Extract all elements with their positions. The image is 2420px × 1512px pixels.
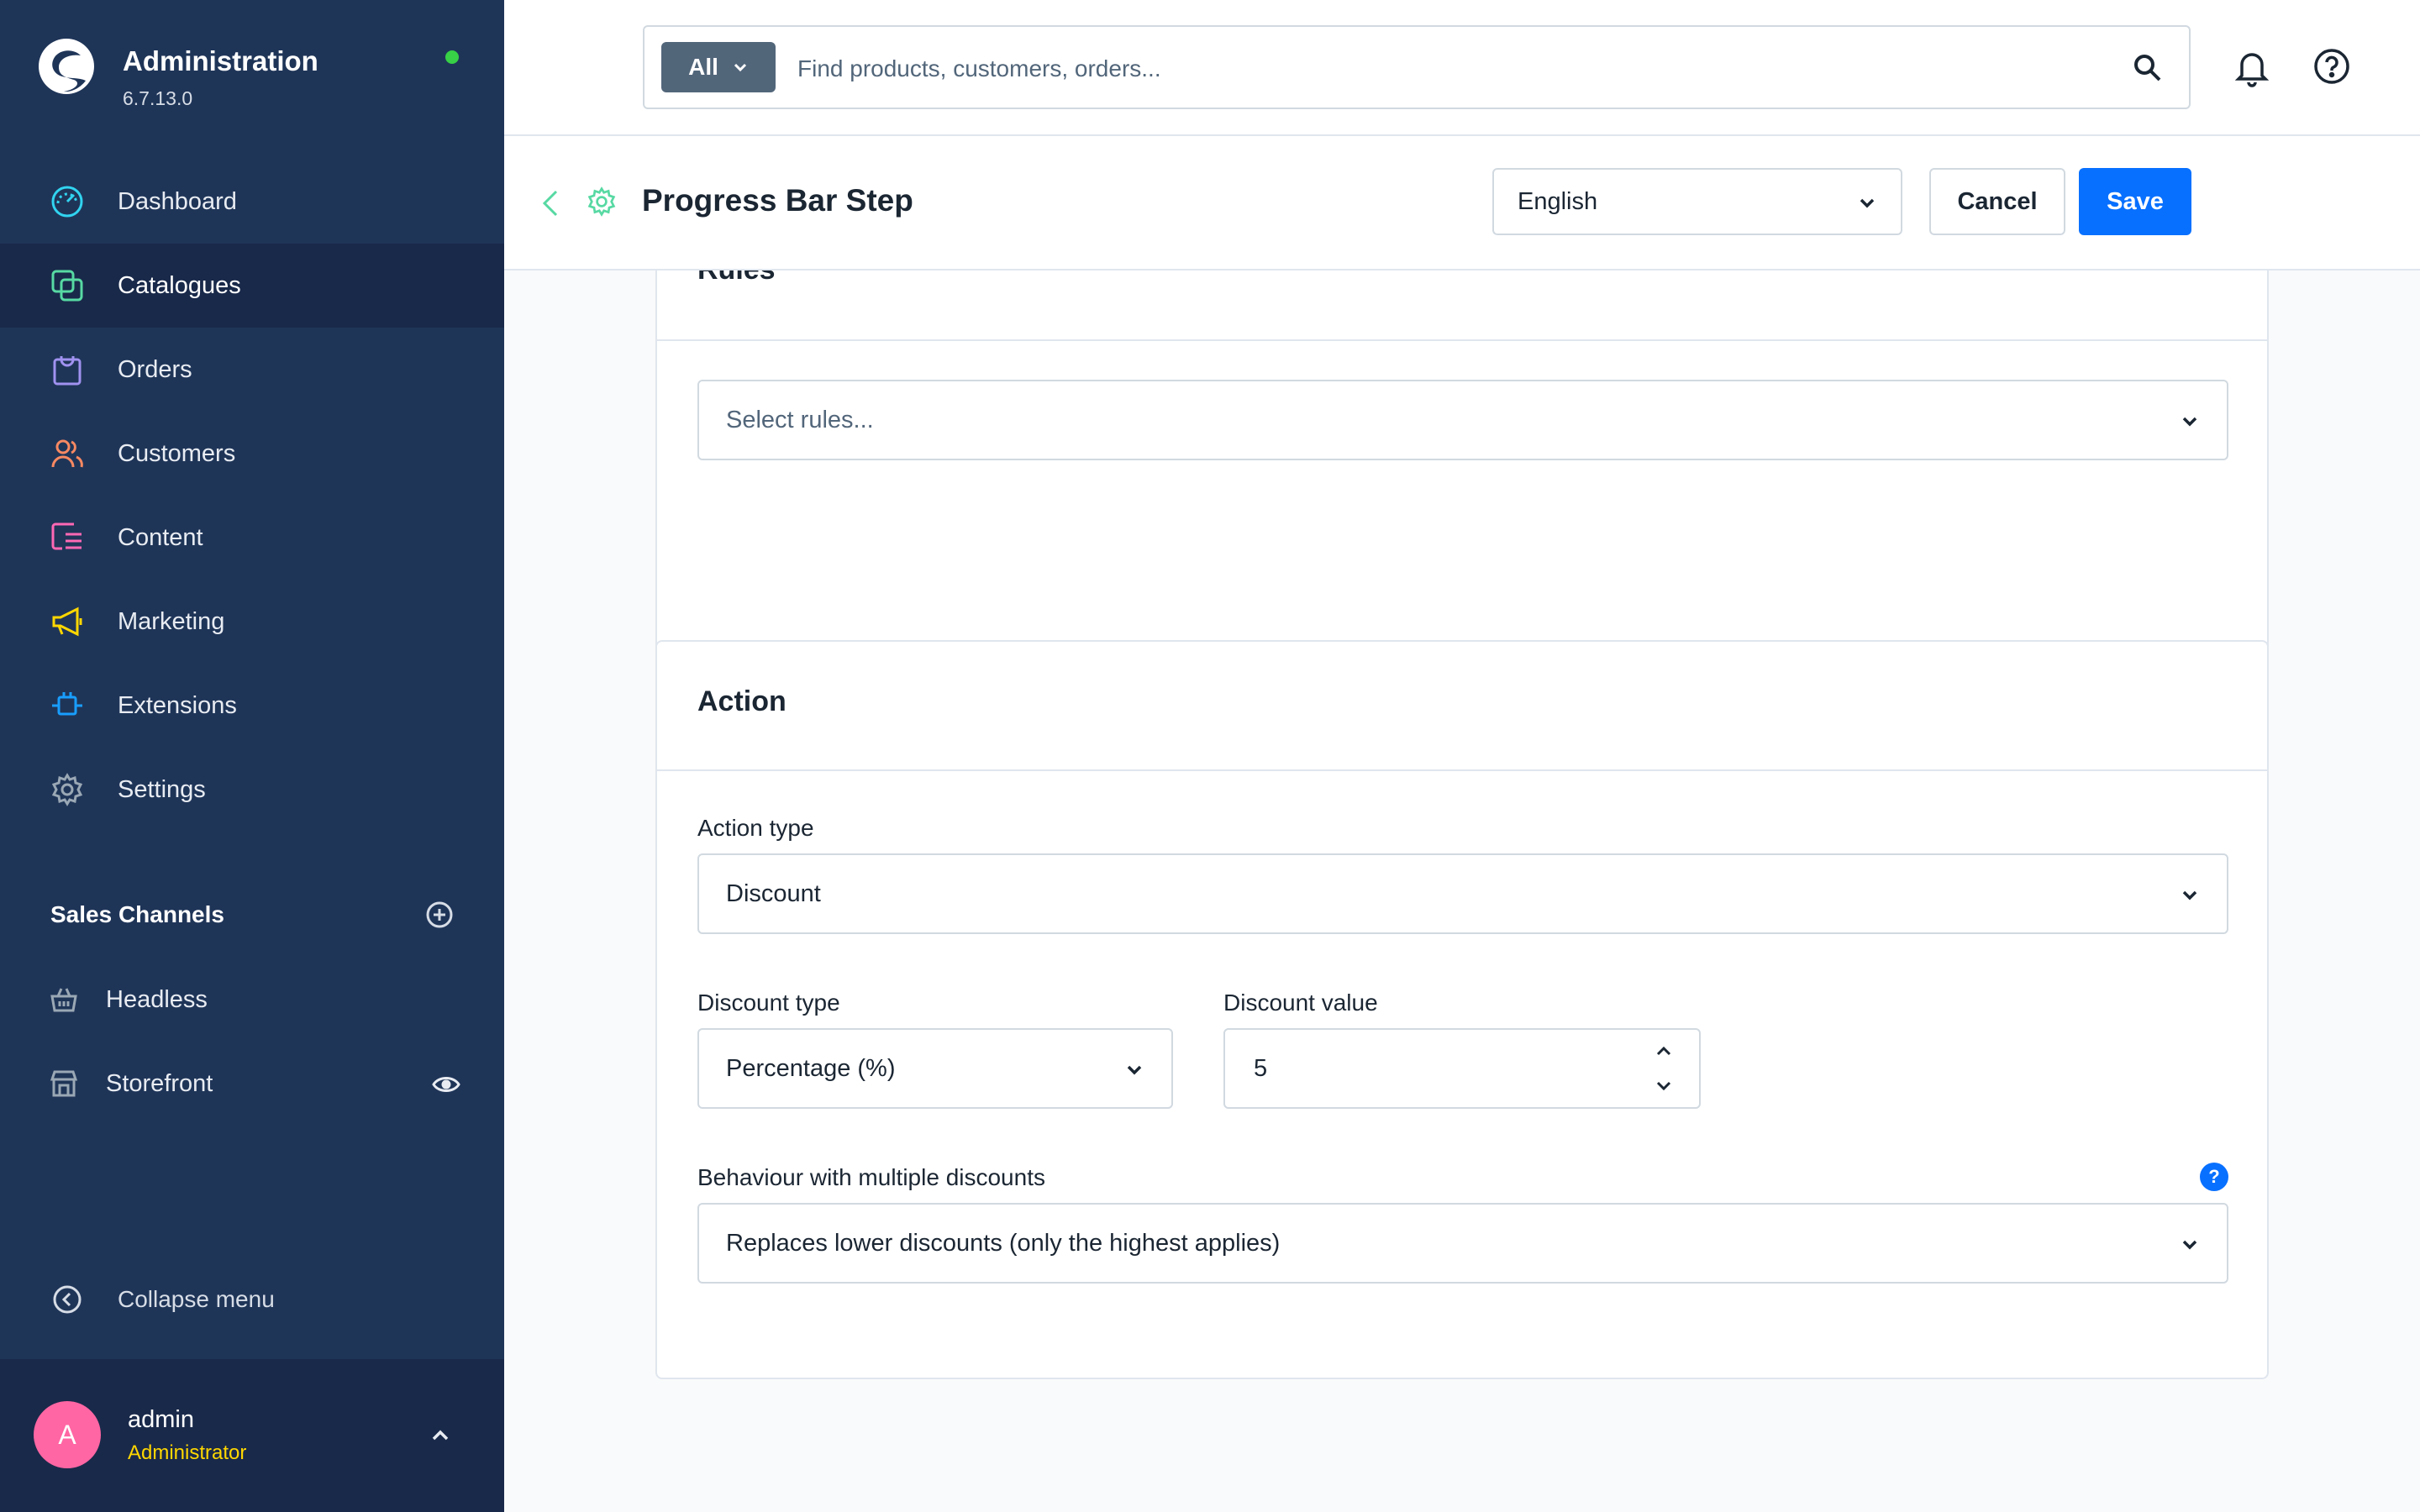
action-type-value: Discount [726,879,821,907]
discount-type-value: Percentage (%) [726,1054,896,1082]
nav-item-extensions[interactable]: Extensions [0,664,504,748]
discount-value: 5 [1254,1054,1268,1082]
eye-icon[interactable] [432,1070,460,1105]
nav-label: Customers [118,439,236,467]
main-nav: Dashboard Catalogues Orders Customers Co… [0,160,504,832]
user-name: admin [128,1406,194,1433]
nav-item-catalogues[interactable]: Catalogues [0,244,504,328]
sidebar: Administration 6.7.13.0 Dashboard Catalo… [0,0,504,1512]
nav-label: Content [118,523,203,551]
collapse-menu-button[interactable]: Collapse menu [50,1281,275,1318]
content-icon [49,519,86,556]
storefront-icon [49,1065,79,1102]
notifications-bell-icon[interactable] [2232,47,2272,87]
settings-gear-icon [587,186,616,217]
action-card-title: Action [697,685,786,717]
sales-channels-title: Sales Channels [50,901,224,927]
app-version: 6.7.13.0 [123,87,193,109]
search-type-select[interactable]: All [661,42,776,92]
nav-label: Extensions [118,691,237,719]
increment-chevron-up-icon[interactable] [1654,1042,1674,1060]
search-icon[interactable] [2132,52,2164,84]
language-select[interactable]: English [1492,168,1902,235]
discount-value-label: Discount value [1223,990,1378,1016]
user-menu[interactable]: A admin Administrator [0,1359,504,1512]
discount-type-label: Discount type [697,990,840,1016]
shopware-logo-icon [39,39,94,94]
help-icon[interactable] [2312,47,2351,86]
card-divider [657,339,2267,341]
language-value: English [1518,187,1598,215]
discount-value-input[interactable]: 5 [1223,1028,1701,1109]
rules-select[interactable]: Select rules... [697,380,2228,460]
chevron-down-icon [1127,1065,1142,1075]
chevron-down-icon [2182,890,2197,900]
app-title: Administration [123,45,318,76]
action-card: Action Action type Discount Discount typ… [655,640,2269,1379]
action-type-label: Action type [697,815,814,841]
catalogues-icon [49,267,86,304]
smart-bar: Progress Bar Step English Cancel Save [504,136,2420,270]
sales-channels-header: Sales Channels [50,900,454,929]
nav-item-marketing[interactable]: Marketing [0,580,504,664]
online-status-indicator [445,50,459,64]
collapse-menu-label: Collapse menu [118,1286,275,1312]
chevron-down-icon [1860,198,1875,208]
extensions-icon [49,687,86,724]
sales-channel-label: Storefront [106,1069,213,1097]
cancel-button[interactable]: Cancel [1929,168,2065,235]
nav-item-settings[interactable]: Settings [0,748,504,832]
number-stepper [1654,1042,1674,1095]
chevron-down-icon [2182,417,2197,427]
nav-label: Marketing [118,607,225,635]
marketing-icon [49,603,86,640]
customers-icon [49,435,86,472]
nav-item-content[interactable]: Content [0,496,504,580]
save-button[interactable]: Save [2079,168,2191,235]
nav-label: Orders [118,355,192,383]
card-divider [657,769,2267,771]
nav-label: Dashboard [118,187,237,215]
back-arrow-icon[interactable] [538,188,563,218]
sales-channel-label: Headless [106,985,208,1013]
help-info-icon[interactable]: ? [2200,1163,2228,1191]
add-sales-channel-icon[interactable] [425,900,454,929]
search-input[interactable] [797,45,2058,92]
action-type-select[interactable]: Discount [697,853,2228,934]
top-header: All [504,0,2420,136]
chevron-down-icon [734,63,746,72]
rules-card-title: Rules [697,270,776,286]
sales-channel-storefront[interactable]: Storefront [49,1058,460,1109]
chevron-left-circle-icon [50,1281,84,1318]
avatar: A [34,1401,101,1468]
orders-icon [49,351,86,388]
chevron-up-icon[interactable] [427,1421,454,1448]
behaviour-label: Behaviour with multiple discounts [697,1164,1045,1190]
page-title: Progress Bar Step [642,183,913,218]
rules-select-placeholder: Select rules... [726,406,874,433]
nav-item-customers[interactable]: Customers [0,412,504,496]
decrement-chevron-down-icon[interactable] [1654,1077,1674,1095]
chevron-down-icon [2182,1240,2197,1250]
nav-item-orders[interactable]: Orders [0,328,504,412]
nav-label: Settings [118,775,206,803]
settings-icon [49,771,86,808]
dashboard-icon [49,183,86,220]
search-type-label: All [688,54,718,80]
brand[interactable]: Administration 6.7.13.0 [37,37,318,110]
behaviour-value: Replaces lower discounts (only the highe… [726,1229,1281,1257]
behaviour-select[interactable]: Replaces lower discounts (only the highe… [697,1203,2228,1284]
global-search: All [643,25,2191,109]
basket-icon [49,981,79,1018]
discount-type-select[interactable]: Percentage (%) [697,1028,1173,1109]
sales-channel-headless[interactable]: Headless [49,974,460,1025]
nav-label: Catalogues [118,271,241,299]
main-content[interactable]: Rules Select rules... Action Action type… [504,270,2420,1512]
user-role: Administrator [128,1441,247,1464]
nav-item-dashboard[interactable]: Dashboard [0,160,504,244]
